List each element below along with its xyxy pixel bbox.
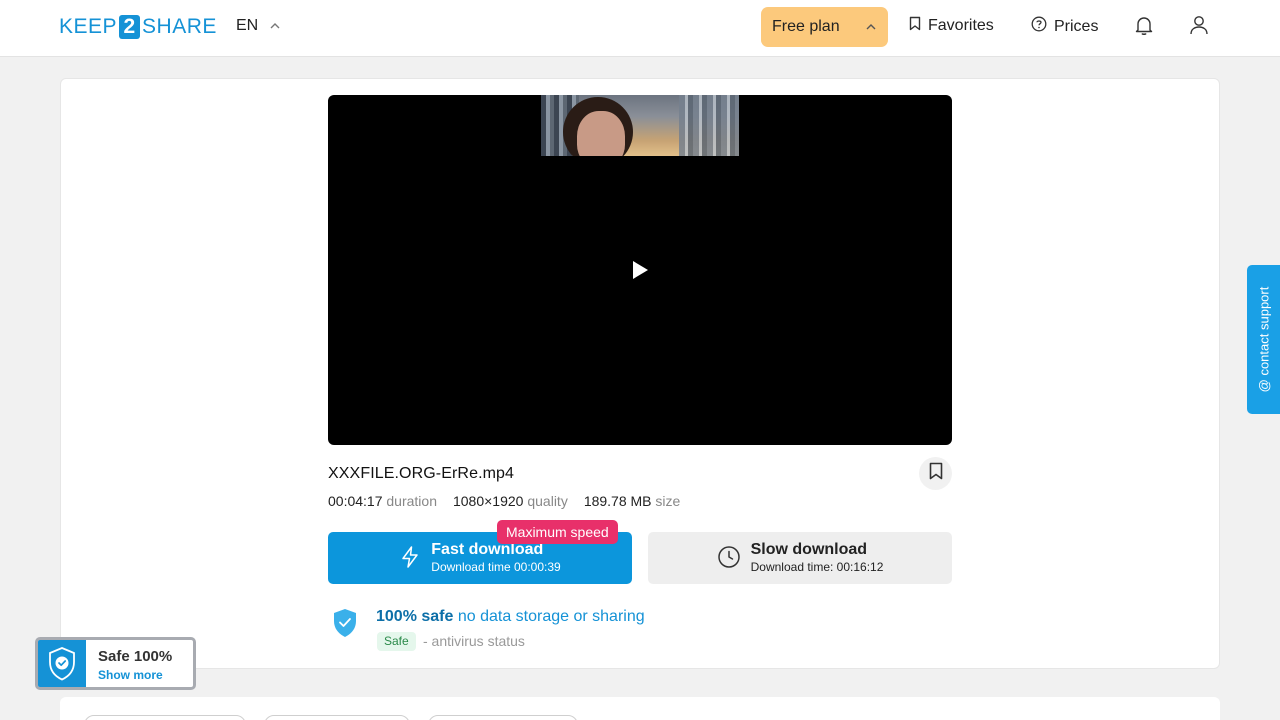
antivirus-safe-badge: Safe [377, 632, 416, 651]
quality-value: 1080×1920 [452, 493, 524, 509]
play-icon[interactable] [633, 261, 648, 279]
meta-duration: 00:04:17 duration [328, 493, 437, 509]
safety-title-bold: 100% safe [376, 608, 454, 625]
language-label: EN [236, 17, 259, 34]
quality-label: quality [527, 493, 568, 509]
meta-quality: 1080×1920 quality [453, 493, 568, 509]
video-player[interactable] [328, 95, 952, 445]
logo-text-right: SHARE [142, 15, 217, 38]
filter-pill[interactable] [84, 715, 246, 720]
slow-download-title: Slow download [750, 541, 868, 558]
safety-title-rest: no data storage or sharing [457, 608, 645, 625]
show-more-link[interactable]: Show more [98, 668, 163, 682]
top-header: KEEP 2 SHARE EN Free plan Favorites Pric… [0, 0, 1280, 57]
duration-label: duration [386, 493, 437, 509]
safety-title: 100% safe no data storage or sharing [376, 608, 645, 626]
question-circle-icon [1031, 16, 1047, 37]
filter-pill[interactable] [428, 715, 578, 720]
meta-size: 189.78 MB size [584, 493, 681, 509]
add-favorite-button[interactable] [919, 457, 952, 490]
size-label: size [655, 493, 681, 509]
account-button[interactable] [1187, 15, 1211, 39]
lower-section-card [60, 697, 1220, 720]
safe-widget[interactable]: Safe 100% Show more [35, 637, 196, 690]
shield-check-icon [331, 607, 359, 644]
free-plan-label: Free plan [772, 18, 840, 35]
lightning-icon [399, 545, 421, 572]
size-value: 189.78 MB [583, 493, 652, 509]
prices-label: Prices [1054, 17, 1099, 35]
filter-pill[interactable] [264, 715, 410, 720]
clock-icon [717, 545, 741, 572]
prices-link[interactable]: Prices [1031, 16, 1098, 37]
chevron-up-icon [270, 20, 280, 32]
notifications-button[interactable] [1132, 15, 1156, 39]
chevron-up-icon [866, 21, 876, 33]
bookmark-icon [929, 462, 943, 485]
bookmark-icon [909, 16, 921, 36]
contact-support-tab[interactable]: @ contact support [1247, 265, 1280, 414]
slow-download-time: Download time: 00:16:12 [750, 560, 884, 574]
safe-widget-title: Safe 100% [98, 648, 173, 665]
logo-digit: 2 [119, 15, 141, 39]
file-name: XXXFILE.ORG-ErRe.mp4 [328, 465, 515, 482]
user-icon [1188, 14, 1210, 41]
file-meta: 00:04:17 duration 1080×1920 quality 189.… [328, 493, 680, 509]
fast-download-time: Download time 00:00:39 [431, 560, 561, 574]
slow-download-button[interactable]: Slow download Download time: 00:16:12 [648, 532, 952, 584]
favorites-link[interactable]: Favorites [909, 16, 994, 36]
duration-value: 00:04:17 [328, 493, 383, 509]
maximum-speed-badge: Maximum speed [497, 520, 618, 544]
favorites-label: Favorites [928, 17, 994, 34]
logo-text-left: KEEP [59, 15, 118, 38]
free-plan-button[interactable]: Free plan [761, 7, 888, 47]
keep2share-logo[interactable]: KEEP 2 SHARE [59, 14, 217, 40]
shield-check-icon [38, 640, 86, 687]
bell-icon [1133, 14, 1155, 41]
antivirus-status-label: - antivirus status [423, 633, 525, 649]
contact-support-label: @ contact support [1256, 286, 1272, 393]
language-selector[interactable]: EN [236, 17, 280, 35]
video-thumbnail [541, 95, 739, 156]
